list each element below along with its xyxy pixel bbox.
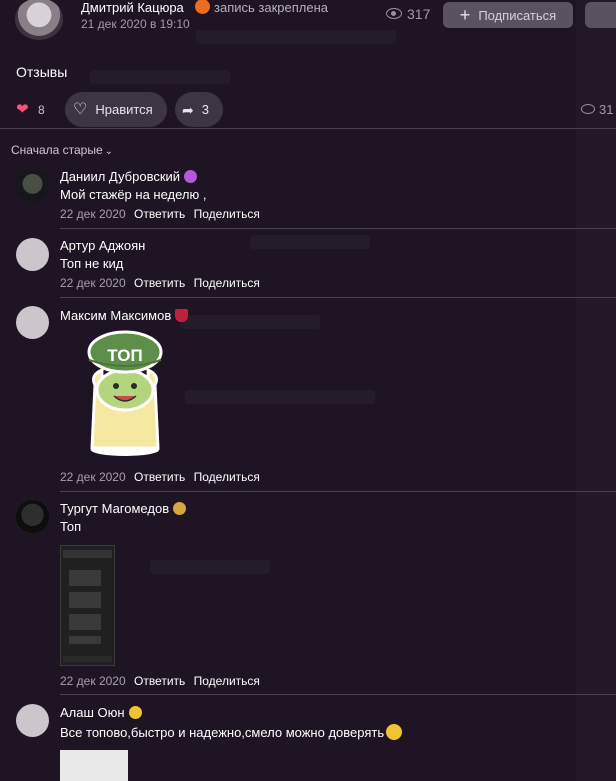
plus-icon: + [459, 5, 471, 25]
author-name[interactable]: Дмитрий Кацюра [81, 0, 184, 15]
comment-meta: 22 дек 2020 Ответить Поделиться [60, 470, 260, 484]
post-date[interactable]: 21 дек 2020 в 19:10 [81, 17, 190, 31]
share-link[interactable]: Поделиться [194, 207, 260, 221]
commenter-avatar[interactable] [16, 704, 49, 737]
comment-meta: 22 дек 2020 Ответить Поделиться [60, 276, 260, 290]
likes-count[interactable]: 8 [38, 103, 45, 117]
commenter-name[interactable]: Алаш Оюн [60, 705, 142, 720]
commenter-name[interactable]: Максим Максимов [60, 308, 189, 323]
share-button[interactable]: ➦ 3 [175, 92, 223, 127]
post-views-count: 31 [599, 102, 614, 117]
eye-icon [581, 104, 595, 114]
shares-count: 3 [201, 102, 209, 117]
share-icon: ➦ [182, 101, 194, 118]
comment-meta: 22 дек 2020 Ответить Поделиться [60, 674, 260, 688]
views-count: 317 [407, 6, 431, 22]
attached-screenshot[interactable] [60, 545, 115, 666]
comment-text: Все топово,быстро и надежно,смело можно … [60, 724, 403, 740]
author-avatar[interactable] [15, 0, 63, 40]
commenter-avatar[interactable] [16, 169, 49, 202]
screenshot-preview [63, 550, 112, 662]
divider [60, 694, 616, 695]
angry-emoji-icon [195, 0, 210, 14]
sort-dropdown[interactable]: Сначала старые ⌄ [11, 143, 113, 157]
more-button[interactable] [585, 2, 616, 28]
divider [60, 491, 616, 492]
chevron-down-icon: ⌄ [104, 146, 114, 157]
comment-text: Топ не кид [60, 256, 124, 271]
share-link[interactable]: Поделиться [194, 674, 260, 688]
sticker-label: ТОП [107, 346, 142, 365]
divider [0, 128, 616, 129]
comment-text: Мой стажёр на неделю , [60, 187, 207, 202]
commenter-name[interactable]: Артур Аджоян [60, 238, 145, 253]
comment-date[interactable]: 22 дек 2020 [60, 207, 126, 221]
purple-orb-icon [184, 170, 198, 183]
post-actions: ❤ 8 ♡ Нравится ➦ 3 31 [0, 92, 616, 128]
reply-link[interactable]: Ответить [134, 470, 185, 484]
wine-glass-icon [175, 309, 189, 322]
heart-icon: ❤ [16, 101, 29, 118]
sunglasses-emoji-icon [386, 724, 403, 740]
subscribe-label: Подписаться [478, 7, 557, 23]
comment-text: Топ [60, 519, 82, 534]
commenter-name[interactable]: Тургут Магомедов [60, 501, 187, 516]
comment-date[interactable]: 22 дек 2020 [60, 276, 126, 290]
sticker-frog[interactable]: ТОП [80, 330, 170, 460]
sort-label: Сначала старые [11, 143, 103, 157]
cowboy-emoji-icon [128, 706, 142, 719]
eye-icon [386, 8, 402, 19]
like-label: Нравится [95, 102, 153, 117]
attached-screenshot[interactable] [60, 750, 128, 781]
reply-link[interactable]: Ответить [134, 674, 185, 688]
pinned-label: запись закреплена [214, 0, 328, 15]
money-bag-icon [173, 502, 187, 515]
comment-meta: 22 дек 2020 Ответить Поделиться [60, 207, 260, 221]
comment-date[interactable]: 22 дек 2020 [60, 470, 126, 484]
comment-date[interactable]: 22 дек 2020 [60, 674, 126, 688]
post-header: Дмитрий Кацюра запись закреплена 21 дек … [0, 0, 616, 48]
heart-outline-icon: ♡ [73, 100, 88, 118]
commenter-avatar[interactable] [16, 238, 49, 271]
share-link[interactable]: Поделиться [194, 470, 260, 484]
divider [60, 297, 616, 298]
subscribe-button[interactable]: + Подписаться [443, 2, 573, 28]
commenter-avatar[interactable] [16, 500, 49, 533]
divider [60, 228, 616, 229]
post-text: Отзывы [16, 64, 68, 80]
commenter-name[interactable]: Даниил Дубровский [60, 169, 198, 184]
share-link[interactable]: Поделиться [194, 276, 260, 290]
commenter-avatar[interactable] [16, 306, 49, 339]
reply-link[interactable]: Ответить [134, 276, 185, 290]
reply-link[interactable]: Ответить [134, 207, 185, 221]
like-button[interactable]: ♡ Нравится [65, 92, 167, 127]
